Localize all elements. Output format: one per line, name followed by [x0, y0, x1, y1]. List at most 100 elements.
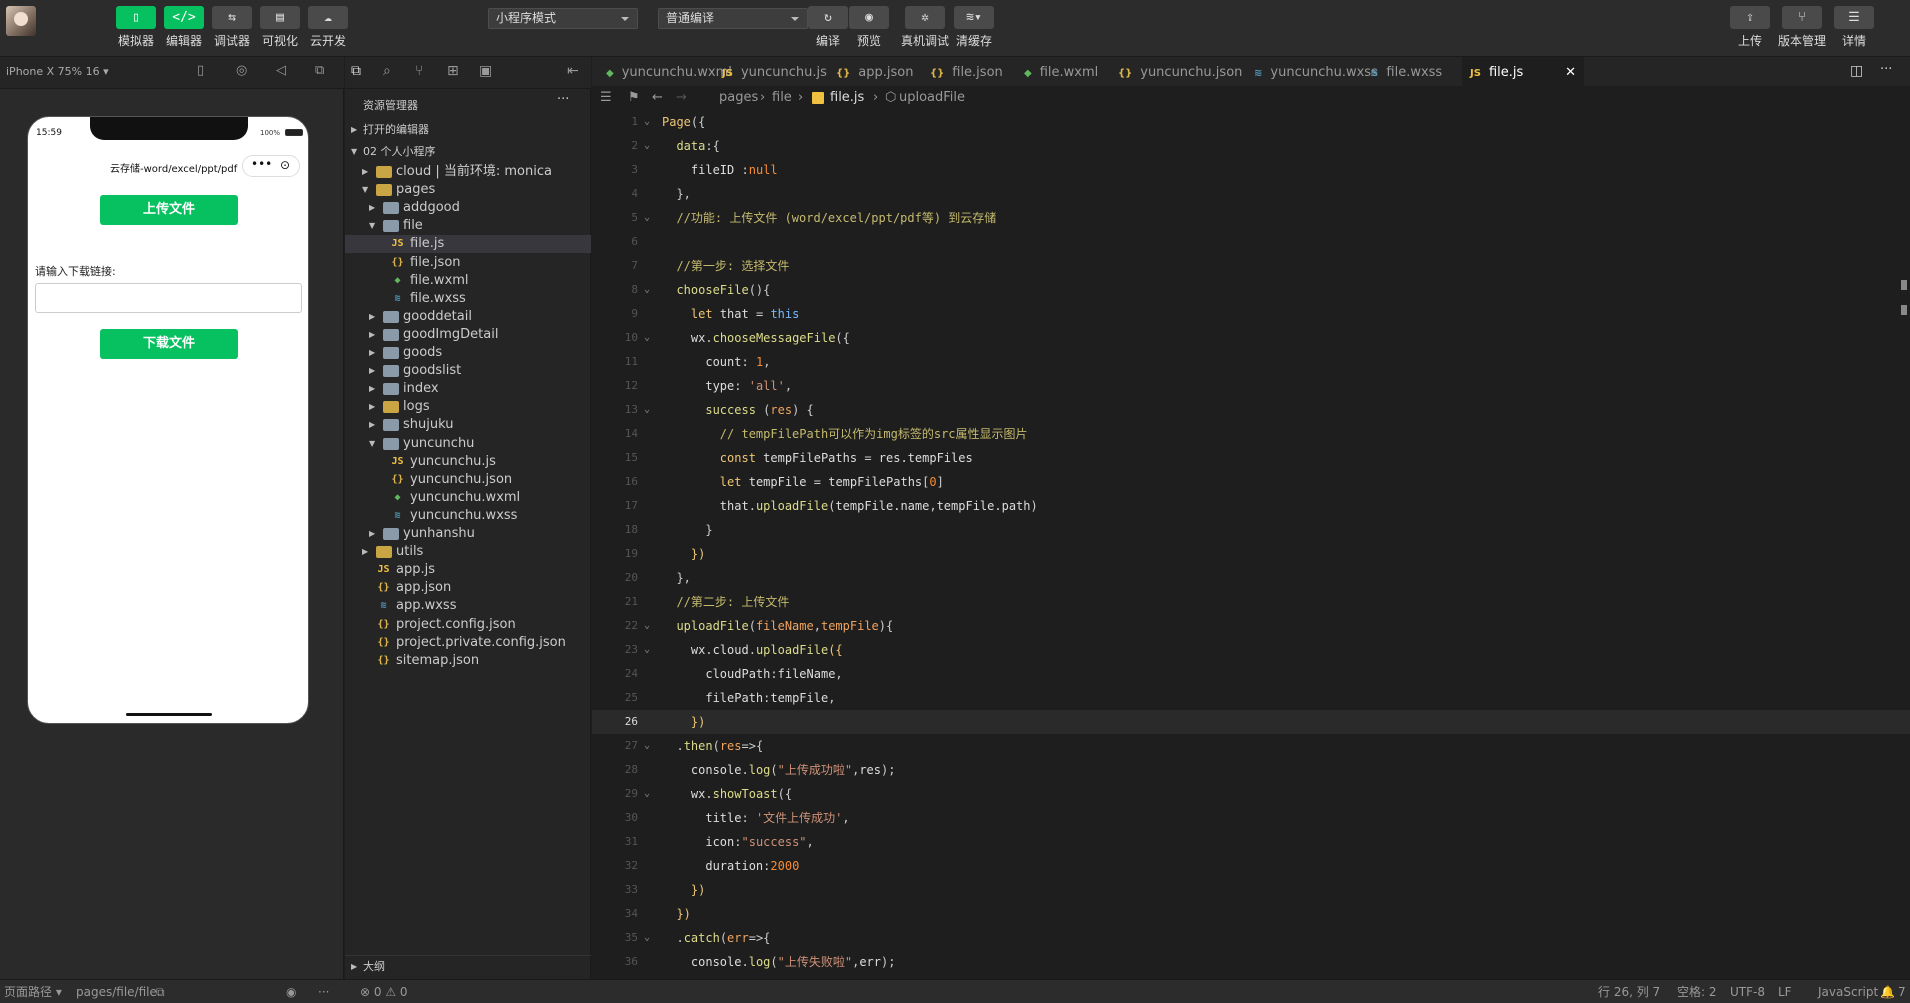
tree-item-app-json[interactable]: {} app.json: [345, 579, 591, 597]
fold-icon[interactable]: ⌄: [644, 782, 650, 806]
tree-item-logs[interactable]: ▶ logs: [345, 398, 591, 416]
code-line[interactable]: 21 //第二步: 上传文件: [592, 590, 1910, 614]
code-line[interactable]: 29 ⌄ wx.showToast({: [592, 782, 1910, 806]
code-line[interactable]: 20 },: [592, 566, 1910, 590]
fold-icon[interactable]: ⌄: [644, 110, 650, 134]
tree-item-sitemap-json[interactable]: {} sitemap.json: [345, 652, 591, 670]
code-line[interactable]: 33 }): [592, 878, 1910, 902]
panel-icon[interactable]: ▣: [479, 63, 492, 79]
preview-button[interactable]: ◉ 预览: [848, 6, 890, 49]
simulator-toggle[interactable]: ▯ 模拟器: [115, 6, 157, 49]
code-line[interactable]: 24 cloudPath:fileName,: [592, 662, 1910, 686]
code-line[interactable]: 16 let tempFile = tempFilePaths[0]: [592, 470, 1910, 494]
fold-icon[interactable]: ⌄: [644, 734, 650, 758]
fold-icon[interactable]: ⌄: [644, 398, 650, 422]
device-select[interactable]: iPhone X 75% 16 ▾: [6, 65, 109, 78]
tree-item-file-wxml[interactable]: ◆ file.wxml: [345, 272, 591, 290]
code-line[interactable]: 1 ⌄ Page({: [592, 110, 1910, 134]
code-line[interactable]: 30 title: '文件上传成功',: [592, 806, 1910, 830]
tree-item-yuncunchu-wxss[interactable]: ≋ yuncunchu.wxss: [345, 507, 591, 525]
debugger-toggle[interactable]: ⇆ 调试器: [211, 6, 253, 49]
code-line[interactable]: 10 ⌄ wx.chooseMessageFile({: [592, 326, 1910, 350]
tab-file-wxss[interactable]: ≋ file.wxss: [1362, 57, 1460, 89]
fold-icon[interactable]: ⌄: [644, 638, 650, 662]
popout-icon[interactable]: ⧉: [315, 63, 324, 78]
fold-icon[interactable]: ⌄: [644, 206, 650, 230]
fold-icon[interactable]: ⌄: [644, 134, 650, 158]
tree-item-yuncunchu-wxml[interactable]: ◆ yuncunchu.wxml: [345, 489, 591, 507]
tree-item-yuncunchu-js[interactable]: JS yuncunchu.js: [345, 453, 591, 471]
breadcrumb-file[interactable]: file: [772, 86, 792, 110]
code-line[interactable]: 31 icon:"success",: [592, 830, 1910, 854]
code-line[interactable]: 22 ⌄ uploadFile(fileName,tempFile){: [592, 614, 1910, 638]
code-line[interactable]: 4 },: [592, 182, 1910, 206]
back-arrow-icon[interactable]: ←: [652, 86, 663, 110]
record-icon[interactable]: ◎: [236, 63, 247, 78]
tree-item-goods[interactable]: ▶ goods: [345, 344, 591, 362]
code-line[interactable]: 18 }: [592, 518, 1910, 542]
tree-item-app-js[interactable]: JS app.js: [345, 561, 591, 579]
eye-icon[interactable]: ◉: [286, 980, 296, 1003]
fold-icon[interactable]: ⌄: [644, 926, 650, 950]
code-line[interactable]: 15 const tempFilePaths = res.tempFiles: [592, 446, 1910, 470]
source-control-icon[interactable]: ⑂: [415, 63, 423, 79]
tree-item-file[interactable]: ▼ file: [345, 217, 591, 235]
tab-app-json[interactable]: {} app.json: [828, 57, 920, 89]
code-line[interactable]: 12 type: 'all',: [592, 374, 1910, 398]
code-line[interactable]: 27 ⌄ .then(res=>{: [592, 734, 1910, 758]
code-line[interactable]: 32 duration:2000: [592, 854, 1910, 878]
real-debug-button[interactable]: ✲ 真机调试: [900, 6, 950, 49]
more-actions-icon[interactable]: ···: [1880, 62, 1892, 77]
copy-icon[interactable]: ⧉: [156, 980, 165, 1003]
forward-arrow-icon[interactable]: →: [676, 86, 687, 110]
search-icon[interactable]: ⌕: [383, 63, 391, 79]
editor-toggle[interactable]: </> 编辑器: [163, 6, 205, 49]
version-button[interactable]: ⑂ 版本管理: [1775, 6, 1829, 49]
tab-file-wxml[interactable]: ◆ file.wxml: [1016, 57, 1108, 89]
upload-button[interactable]: ⇪ 上传: [1729, 6, 1771, 49]
tree-item-yuncunchu[interactable]: ▼ yuncunchu: [345, 435, 591, 453]
close-icon[interactable]: ✕: [1565, 57, 1576, 89]
breadcrumb-pages[interactable]: pages: [719, 86, 758, 110]
code-line[interactable]: 23 ⌄ wx.cloud.uploadFile({: [592, 638, 1910, 662]
more-icon[interactable]: ···: [557, 92, 569, 107]
tree-item-utils[interactable]: ▶ utils: [345, 543, 591, 561]
language-mode[interactable]: JavaScript: [1818, 980, 1878, 1003]
tree-item-addgood[interactable]: ▶ addgood: [345, 199, 591, 217]
project-section[interactable]: ▼ 02 个人小程序: [345, 141, 591, 163]
mode-select[interactable]: 小程序模式: [488, 8, 638, 29]
download-file-button[interactable]: 下载文件: [100, 329, 238, 359]
fold-icon[interactable]: ⌄: [644, 614, 650, 638]
outline-section[interactable]: ▶ 大纲: [345, 955, 591, 977]
tab-file-json[interactable]: {} file.json: [922, 57, 1014, 89]
eol[interactable]: LF: [1778, 980, 1792, 1003]
tab-file-js[interactable]: JS file.js ✕: [1462, 57, 1584, 89]
page-path-select[interactable]: 页面路径 ▾: [4, 980, 62, 1003]
breadcrumb-filejs[interactable]: file.js: [830, 86, 864, 110]
extensions-icon[interactable]: ⊞: [447, 63, 459, 79]
list-icon[interactable]: ☰: [600, 86, 612, 110]
details-button[interactable]: ☰ 详情: [1833, 6, 1875, 49]
code-line[interactable]: 25 filePath:tempFile,: [592, 686, 1910, 710]
download-link-input[interactable]: [35, 283, 302, 313]
code-line[interactable]: 8 ⌄ chooseFile(){: [592, 278, 1910, 302]
code-line[interactable]: 36 console.log("上传失败啦",err);: [592, 950, 1910, 974]
tree-item-project-config-json[interactable]: {} project.config.json: [345, 616, 591, 634]
problems-count[interactable]: ⊗ 0 ⚠ 0: [360, 980, 408, 1003]
code-line[interactable]: 13 ⌄ success (res) {: [592, 398, 1910, 422]
code-line[interactable]: 7 //第一步: 选择文件: [592, 254, 1910, 278]
tree-item-index[interactable]: ▶ index: [345, 380, 591, 398]
tree-item-cloud-monica[interactable]: ▶ cloud | 当前环境: monica: [345, 163, 591, 181]
code-line[interactable]: 28 console.log("上传成功啦",res);: [592, 758, 1910, 782]
close-mini-icon[interactable]: ⊙: [280, 158, 290, 172]
tab-yuncunchu-wxml[interactable]: ◆ yuncunchu.wxml: [598, 57, 732, 89]
tree-item-app-wxss[interactable]: ≋ app.wxss: [345, 597, 591, 615]
tree-item-gooddetail[interactable]: ▶ gooddetail: [345, 308, 591, 326]
visual-toggle[interactable]: ▤ 可视化: [259, 6, 301, 49]
code-line[interactable]: 14 // tempFilePath可以作为img标签的src属性显示图片: [592, 422, 1910, 446]
tree-item-goodimgdetail[interactable]: ▶ goodImgDetail: [345, 326, 591, 344]
tab-yuncunchu-json[interactable]: {} yuncunchu.json: [1110, 57, 1244, 89]
encoding[interactable]: UTF-8: [1730, 980, 1765, 1003]
bell-icon[interactable]: 🔔: [1880, 980, 1895, 1003]
tree-item-goodslist[interactable]: ▶ goodslist: [345, 362, 591, 380]
